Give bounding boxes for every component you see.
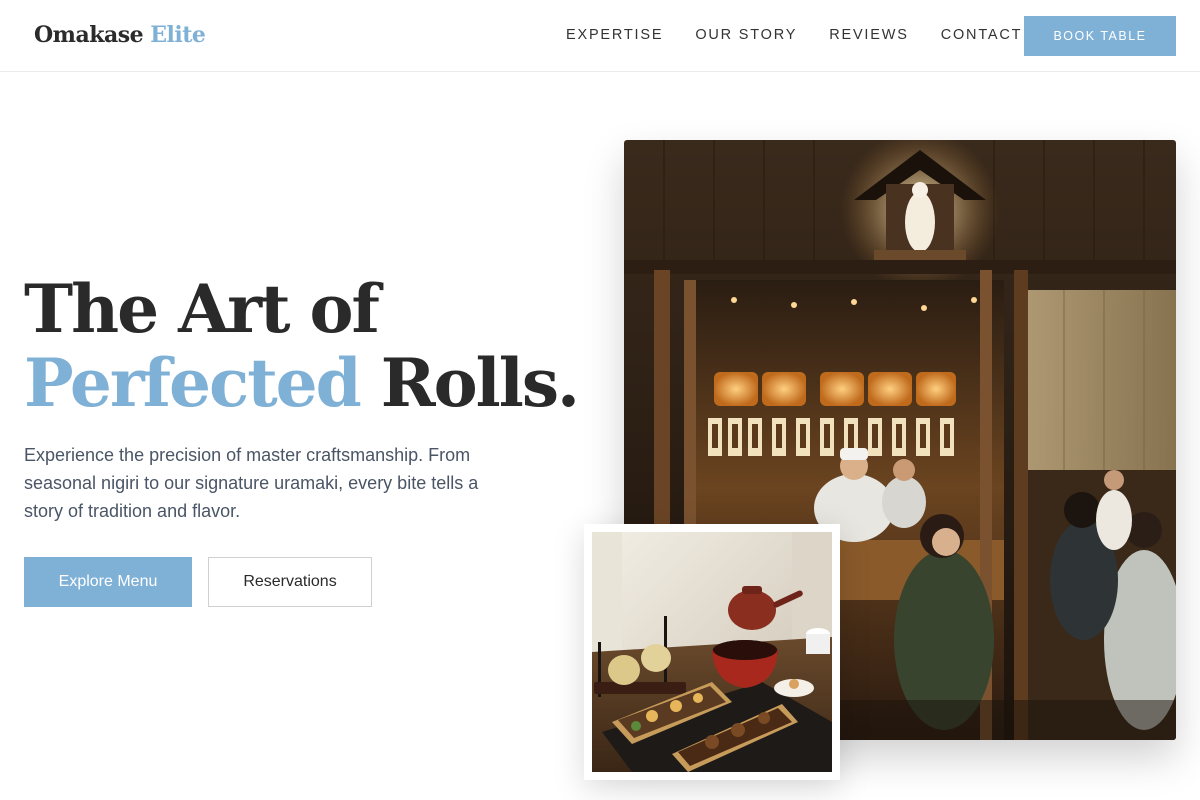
nav-contact[interactable]: CONTACT xyxy=(941,27,1023,43)
bento-photo-frame xyxy=(584,524,840,780)
hero-title-accent: Perfected xyxy=(24,344,362,422)
site-header: Omakase Elite EXPERTISE OUR STORY REVIEW… xyxy=(0,0,1200,72)
reservations-button[interactable]: Reservations xyxy=(208,557,372,607)
hero-title: The Art of Perfected Rolls. xyxy=(24,270,580,422)
hero-title-line1: The Art of xyxy=(24,270,380,348)
hero-title-rest: Rolls. xyxy=(359,344,580,422)
main-nav: EXPERTISE OUR STORY REVIEWS CONTACT xyxy=(566,27,1022,43)
nav-our-story[interactable]: OUR STORY xyxy=(695,27,797,43)
nav-expertise[interactable]: EXPERTISE xyxy=(566,27,663,43)
explore-menu-button[interactable]: Explore Menu xyxy=(24,557,192,607)
book-table-button[interactable]: BOOK TABLE xyxy=(1024,16,1176,56)
logo-main: Omakase xyxy=(34,22,144,48)
hero-description: Experience the precision of master craft… xyxy=(24,445,479,521)
logo-accent: Elite xyxy=(150,22,206,48)
bento-box-image xyxy=(592,532,832,772)
logo[interactable]: Omakase Elite xyxy=(34,22,206,48)
nav-reviews[interactable]: REVIEWS xyxy=(829,27,908,43)
